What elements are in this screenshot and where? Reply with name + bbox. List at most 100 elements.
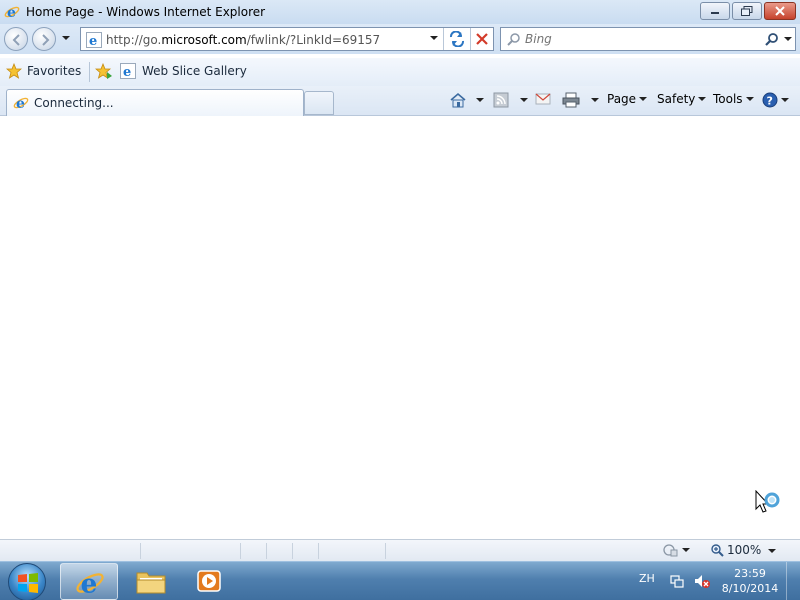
zone-dropdown[interactable]: [682, 548, 690, 552]
tools-menu-label: Tools: [713, 92, 743, 106]
favorites-bar-item[interactable]: e Web Slice Gallery: [120, 63, 247, 79]
clock-time: 23:59: [734, 567, 766, 580]
feeds-button[interactable]: [493, 92, 528, 108]
print-dropdown[interactable]: [591, 98, 599, 102]
protected-mode-icon: [663, 544, 678, 557]
ie-logo-icon: e: [4, 4, 20, 21]
chevron-down-icon: [639, 97, 648, 101]
stop-button[interactable]: [475, 32, 489, 49]
search-box[interactable]: [500, 27, 796, 51]
security-zone-button[interactable]: [662, 543, 690, 557]
search-icon: [765, 33, 778, 46]
system-clock[interactable]: 23:59 8/10/2014: [718, 566, 782, 596]
help-dropdown[interactable]: [781, 98, 789, 102]
search-options-dropdown[interactable]: [784, 37, 792, 41]
mail-icon: [535, 93, 551, 105]
start-button[interactable]: [8, 563, 46, 600]
window-controls: [700, 2, 796, 20]
refresh-icon: [450, 30, 464, 48]
add-favorite-star-icon: [94, 62, 112, 79]
window-title: Home Page - Windows Internet Explorer: [26, 5, 266, 19]
network-icon[interactable]: [669, 573, 685, 592]
page-menu[interactable]: Page: [607, 92, 648, 106]
search-input[interactable]: [525, 31, 755, 47]
page-content-area[interactable]: [0, 117, 800, 539]
tab-row: e Connecting... Page Safety Tools ?: [0, 86, 800, 116]
new-tab-button[interactable]: [304, 91, 334, 115]
divider: [318, 543, 319, 559]
busy-cursor-icon: [755, 489, 781, 523]
url-suffix: /fwlink/?LinkId=69157: [246, 33, 381, 47]
svg-text:?: ?: [767, 95, 773, 108]
divider: [385, 543, 386, 559]
chevron-down-icon: [698, 97, 707, 101]
feeds-dropdown[interactable]: [520, 98, 528, 102]
svg-text:e: e: [16, 96, 25, 111]
minimize-icon: [711, 12, 719, 14]
clock-date: 8/10/2014: [721, 582, 779, 595]
windows-logo-icon: [18, 573, 38, 593]
safety-menu-label: Safety: [657, 92, 696, 106]
forward-button[interactable]: [32, 27, 56, 51]
divider: [89, 62, 90, 82]
address-dropdown[interactable]: [430, 36, 438, 40]
tab-active[interactable]: e Connecting...: [6, 89, 304, 116]
url-prefix: http://go.: [106, 33, 162, 47]
favorites-star-icon: [6, 63, 22, 79]
svg-text:e: e: [81, 568, 98, 598]
home-dropdown[interactable]: [476, 98, 484, 102]
home-button[interactable]: [449, 92, 484, 108]
zoom-button[interactable]: 100%: [710, 543, 761, 557]
forward-arrow-icon: [42, 34, 50, 46]
web-slice-ie-icon: e: [120, 63, 136, 79]
safety-menu[interactable]: Safety: [657, 92, 707, 106]
svg-text:e: e: [123, 65, 131, 79]
divider: [292, 543, 293, 559]
back-button[interactable]: [4, 27, 28, 51]
home-icon: [450, 92, 466, 108]
rss-feed-icon: [493, 92, 509, 108]
tab-ie-icon: e: [13, 96, 29, 111]
help-icon: ?: [762, 92, 778, 108]
add-to-favorites-bar-button[interactable]: [94, 62, 113, 82]
language-indicator[interactable]: ZH: [639, 572, 655, 585]
search-button[interactable]: [765, 32, 779, 49]
recent-pages-dropdown[interactable]: [62, 36, 70, 40]
restore-icon: [741, 6, 753, 16]
address-bar[interactable]: e http://go.microsoft.com/fwlink/?LinkId…: [80, 27, 494, 51]
divider: [266, 543, 267, 559]
taskbar-media-player[interactable]: [181, 563, 239, 600]
favorites-label: Favorites: [27, 64, 82, 78]
zoom-dropdown[interactable]: [768, 549, 776, 553]
divider: [443, 28, 444, 50]
help-button[interactable]: ?: [762, 92, 789, 108]
chevron-down-icon: [745, 97, 754, 101]
title-bar: e Home Page - Windows Internet Explorer: [0, 0, 800, 24]
favorites-bar: Favorites e Web Slice Gallery: [0, 58, 800, 86]
stop-x-icon: [476, 33, 488, 45]
divider: [240, 543, 241, 559]
address-url[interactable]: http://go.microsoft.com/fwlink/?LinkId=6…: [106, 33, 380, 47]
page-menu-label: Page: [607, 92, 637, 106]
close-window-button[interactable]: [764, 2, 796, 20]
taskbar-internet-explorer[interactable]: e: [60, 563, 118, 600]
status-bar: 100%: [0, 539, 800, 561]
refresh-button[interactable]: [448, 30, 466, 50]
minimize-button[interactable]: [700, 2, 730, 20]
svg-text:e: e: [7, 5, 16, 20]
favorites-button[interactable]: Favorites: [6, 63, 81, 79]
print-button[interactable]: [562, 92, 599, 108]
search-provider-icon: [507, 32, 521, 49]
divider: [140, 543, 141, 559]
volume-muted-icon[interactable]: [693, 573, 711, 592]
read-mail-button[interactable]: [535, 92, 551, 106]
tools-menu[interactable]: Tools: [713, 92, 754, 106]
zoom-magnifier-icon: [711, 544, 724, 557]
show-desktop-button[interactable]: [786, 562, 800, 600]
folder-icon: [136, 572, 166, 594]
taskbar-windows-explorer[interactable]: [121, 563, 179, 600]
restore-button[interactable]: [732, 2, 762, 20]
url-domain: microsoft.com: [161, 33, 247, 47]
navigation-bar: e http://go.microsoft.com/fwlink/?LinkId…: [0, 24, 800, 54]
divider: [470, 28, 471, 50]
